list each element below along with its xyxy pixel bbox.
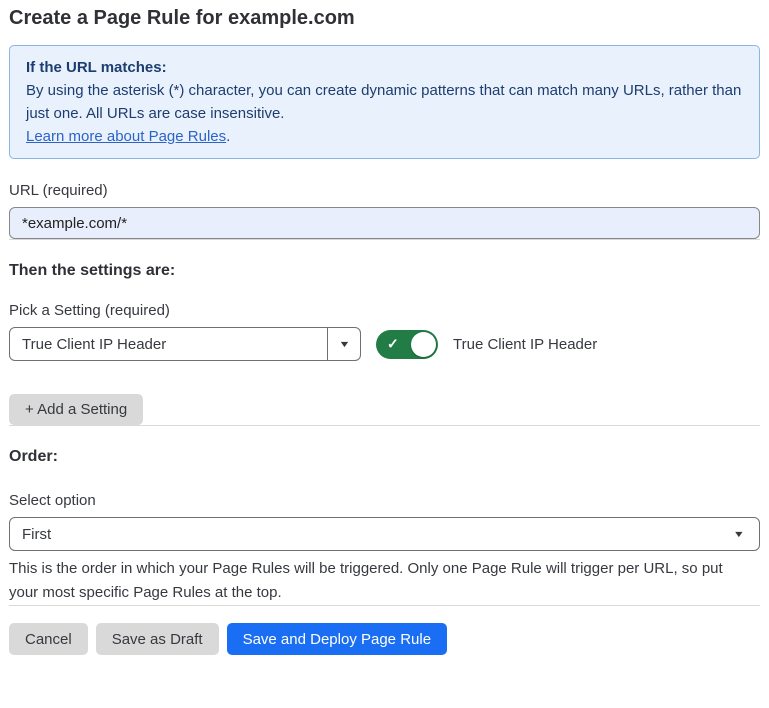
info-link-suffix: .	[226, 128, 230, 145]
chevron-down-icon: ▼	[733, 530, 764, 539]
cancel-button[interactable]: Cancel	[9, 623, 88, 655]
page-title: Create a Page Rule for example.com	[9, 5, 760, 32]
order-section-heading: Order:	[9, 447, 760, 467]
save-as-draft-button[interactable]: Save as Draft	[96, 623, 219, 655]
order-select[interactable]: First ▼	[9, 517, 760, 551]
url-match-info-box: If the URL matches: By using the asteris…	[9, 45, 760, 159]
chevron-down-icon: ▼	[338, 340, 350, 349]
pick-setting-label: Pick a Setting (required)	[9, 302, 760, 320]
form-actions: Cancel Save as Draft Save and Deploy Pag…	[9, 623, 760, 655]
setting-select-value: True Client IP Header	[10, 336, 327, 353]
section-divider	[9, 239, 760, 240]
save-and-deploy-button[interactable]: Save and Deploy Page Rule	[227, 623, 447, 655]
info-link-row: Learn more about Page Rules.	[26, 125, 743, 148]
check-icon: ✓	[387, 337, 399, 351]
add-setting-button[interactable]: + Add a Setting	[9, 394, 143, 425]
order-select-label: Select option	[9, 492, 760, 510]
section-divider	[9, 605, 760, 606]
settings-section-heading: Then the settings are:	[9, 261, 760, 281]
setting-toggle[interactable]: ✓	[376, 330, 438, 359]
setting-row: True Client IP Header ▼ ✓ True Client IP…	[9, 327, 760, 361]
info-box-body: By using the asterisk (*) character, you…	[26, 79, 743, 125]
learn-more-link[interactable]: Learn more about Page Rules	[26, 128, 226, 145]
order-select-value: First	[10, 526, 737, 543]
url-field-label: URL (required)	[9, 182, 760, 200]
section-divider	[9, 425, 760, 426]
setting-toggle-label: True Client IP Header	[453, 336, 597, 353]
order-help-text: This is the order in which your Page Rul…	[9, 557, 754, 605]
info-box-heading: If the URL matches:	[26, 56, 743, 79]
setting-select[interactable]: True Client IP Header ▼	[9, 327, 361, 361]
setting-select-arrow-button[interactable]: ▼	[327, 328, 360, 360]
url-input[interactable]	[9, 207, 760, 239]
create-page-rule-form: Create a Page Rule for example.com If th…	[0, 0, 769, 655]
toggle-knob	[411, 332, 436, 357]
